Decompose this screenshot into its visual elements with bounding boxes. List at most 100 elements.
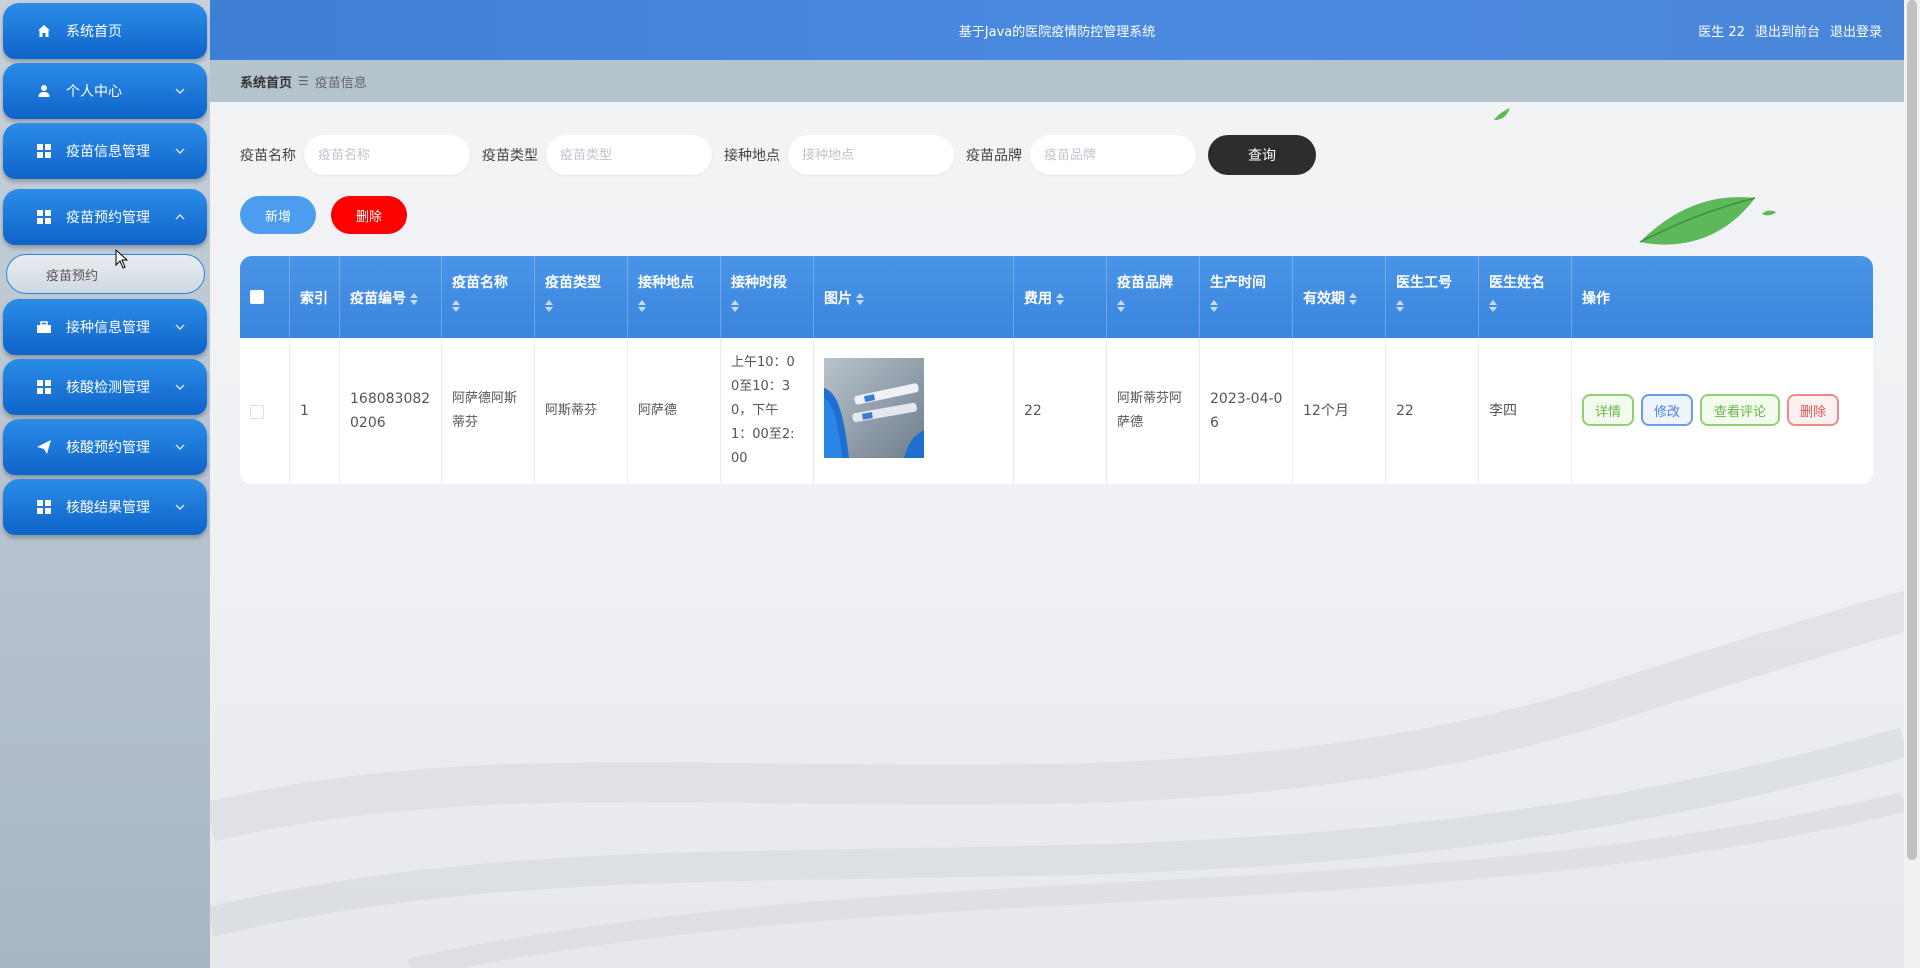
header-cell-fee[interactable]: 费用 xyxy=(1014,256,1107,338)
add-button[interactable]: 新增 xyxy=(240,196,316,234)
sidebar-item-label: 核酸检测管理 xyxy=(66,380,150,396)
view-comments-button[interactable]: 查看评论 xyxy=(1700,394,1780,426)
chevron-up-icon xyxy=(173,210,187,224)
sort-icon xyxy=(1489,300,1497,312)
sidebar-item-vaccine-appointment[interactable]: 疫苗预约管理 xyxy=(3,189,207,245)
header-image-wrap: 图片 xyxy=(824,288,864,308)
breadcrumb-home[interactable]: 系统首页 xyxy=(240,72,292,91)
sort-icon xyxy=(856,293,864,305)
sidebar-subitem-label: 疫苗预约 xyxy=(46,268,99,284)
sidebar-subitem-vaccine-appointment[interactable]: 疫苗预约 xyxy=(6,254,205,294)
cell-period-line5: 00 xyxy=(731,451,748,466)
vaccine-image[interactable] xyxy=(824,358,924,458)
sidebar-item-label: 个人中心 xyxy=(66,84,122,100)
cell-ops: 详情 修改 查看评论 删除 xyxy=(1572,338,1873,484)
page-scrollbar[interactable] xyxy=(1904,0,1920,968)
header-type: 疫苗类型 xyxy=(545,275,601,291)
header-cell-name[interactable]: 疫苗名称 xyxy=(442,256,535,338)
cell-name-line2: 蒂芬 xyxy=(452,415,479,430)
header-cell-type[interactable]: 疫苗类型 xyxy=(535,256,628,338)
chevron-down-icon xyxy=(173,500,187,514)
search-label-vaccine-type: 疫苗类型 xyxy=(482,148,538,164)
row-checkbox[interactable] xyxy=(250,405,264,419)
sidebar-item-nucleic-result[interactable]: 核酸结果管理 xyxy=(3,479,207,535)
cell-fee: 22 xyxy=(1014,338,1107,484)
search-label-vaccination-place: 接种地点 xyxy=(724,148,780,164)
header-cell-brand[interactable]: 疫苗品牌 xyxy=(1107,256,1200,338)
header-cell-index: 索引 xyxy=(290,256,340,338)
cell-validity-text: 12个月 xyxy=(1303,403,1349,419)
vaccine-name-input[interactable] xyxy=(304,135,470,175)
cell-doctor-name-text: 李四 xyxy=(1489,403,1517,419)
logout-link[interactable]: 退出登录 xyxy=(1830,21,1882,40)
cell-brand-line1: 阿斯蒂芬阿 xyxy=(1117,391,1183,406)
header-cell-place[interactable]: 接种地点 xyxy=(628,256,721,338)
header-image: 图片 xyxy=(824,291,852,307)
vaccination-place-input[interactable] xyxy=(788,135,954,175)
header-cell-produced[interactable]: 生产时间 xyxy=(1200,256,1293,338)
header-cell-doctor-id[interactable]: 医生工号 xyxy=(1386,256,1479,338)
header-cell-ops: 操作 xyxy=(1572,256,1873,338)
cell-type-text: 阿斯蒂芬 xyxy=(545,403,598,418)
user-links: 医生 22 退出到前台 退出登录 xyxy=(1698,21,1882,40)
sort-icon xyxy=(731,300,739,312)
sidebar-item-label: 核酸预约管理 xyxy=(66,440,150,456)
detail-button[interactable]: 详情 xyxy=(1582,394,1634,426)
header-cell-image[interactable]: 图片 xyxy=(814,256,1014,338)
header-name: 疫苗名称 xyxy=(452,275,508,291)
edit-button[interactable]: 修改 xyxy=(1641,394,1693,426)
search-label-vaccine-name: 疫苗名称 xyxy=(240,148,296,164)
header-code: 疫苗编号 xyxy=(350,291,406,307)
cell-type: 阿斯蒂芬 xyxy=(535,338,628,484)
sidebar-item-vaccination-info[interactable]: 接种信息管理 xyxy=(3,299,207,355)
cell-place: 阿萨德 xyxy=(628,338,721,484)
scrollbar-thumb[interactable] xyxy=(1907,0,1917,860)
header-cell-period[interactable]: 接种时段 xyxy=(721,256,814,338)
cell-doctor-id: 22 xyxy=(1386,338,1479,484)
header-cell-doctor-name[interactable]: 医生姓名 xyxy=(1479,256,1572,338)
mouse-cursor-icon xyxy=(115,249,129,269)
grid-icon xyxy=(36,209,52,225)
grid-icon xyxy=(36,379,52,395)
table-row: 1 168083082 0206 阿萨德阿斯 蒂芬 阿斯蒂芬 阿萨德 上午10：… xyxy=(240,338,1873,484)
sidebar-item-nucleic-test[interactable]: 核酸检测管理 xyxy=(3,359,207,415)
select-all-checkbox[interactable] xyxy=(250,290,264,304)
sort-icon xyxy=(1117,300,1125,312)
breadcrumb: 系统首页 ☰ 疫苗信息 xyxy=(210,60,1904,102)
sidebar: 系统首页 个人中心 疫苗信息管理 疫苗预约管理 疫苗预约 接种信息管理 核酸检测… xyxy=(0,0,210,968)
header-cell-validity[interactable]: 有效期 xyxy=(1293,256,1386,338)
header-cell-code[interactable]: 疫苗编号 xyxy=(340,256,442,338)
table-header: 索引 疫苗编号 疫苗名称 疫苗类型 接种地点 接种时段 图片 费用 疫苗品牌 生… xyxy=(240,256,1873,338)
vaccine-brand-input[interactable] xyxy=(1030,135,1196,175)
cell-period: 上午10：0 0至10：3 0，下午 1：00至2: 00 xyxy=(721,338,814,484)
breadcrumb-current: 疫苗信息 xyxy=(314,75,367,91)
user-name: 医生 22 xyxy=(1698,25,1745,40)
header-index: 索引 xyxy=(300,291,328,307)
sort-icon xyxy=(1210,300,1218,312)
back-to-front-link[interactable]: 退出到前台 xyxy=(1755,21,1820,40)
cell-period-line1: 上午10：0 xyxy=(731,355,795,370)
cell-image xyxy=(814,338,1014,484)
vaccine-type-input[interactable] xyxy=(546,135,712,175)
search-bar: 疫苗名称 疫苗类型 接种地点 疫苗品牌 查询 xyxy=(240,135,1316,175)
chevron-down-icon xyxy=(173,380,187,394)
header-validity: 有效期 xyxy=(1303,291,1345,307)
sidebar-item-nucleic-appointment[interactable]: 核酸预约管理 xyxy=(3,419,207,475)
chevron-down-icon xyxy=(173,320,187,334)
cell-index-text: 1 xyxy=(300,403,309,419)
leaf-icon xyxy=(1639,197,1756,245)
cell-period-line4: 1：00至2: xyxy=(731,427,795,442)
sidebar-item-personal-center[interactable]: 个人中心 xyxy=(3,63,207,119)
sidebar-item-home[interactable]: 系统首页 xyxy=(3,3,207,59)
header-period: 接种时段 xyxy=(731,275,787,291)
sort-icon xyxy=(452,300,460,312)
cell-doctor-id-text: 22 xyxy=(1396,403,1414,419)
cell-period-line2: 0至10：3 xyxy=(731,379,791,394)
app-title: 基于Java的医院疫情防控管理系统 xyxy=(958,25,1156,40)
batch-delete-button[interactable]: 删除 xyxy=(331,196,407,234)
cell-doctor-name: 李四 xyxy=(1479,338,1572,484)
query-button[interactable]: 查询 xyxy=(1208,135,1316,175)
sidebar-item-vaccine-info[interactable]: 疫苗信息管理 xyxy=(3,123,207,179)
sidebar-item-label: 疫苗信息管理 xyxy=(66,144,150,160)
row-delete-button[interactable]: 删除 xyxy=(1787,394,1839,426)
